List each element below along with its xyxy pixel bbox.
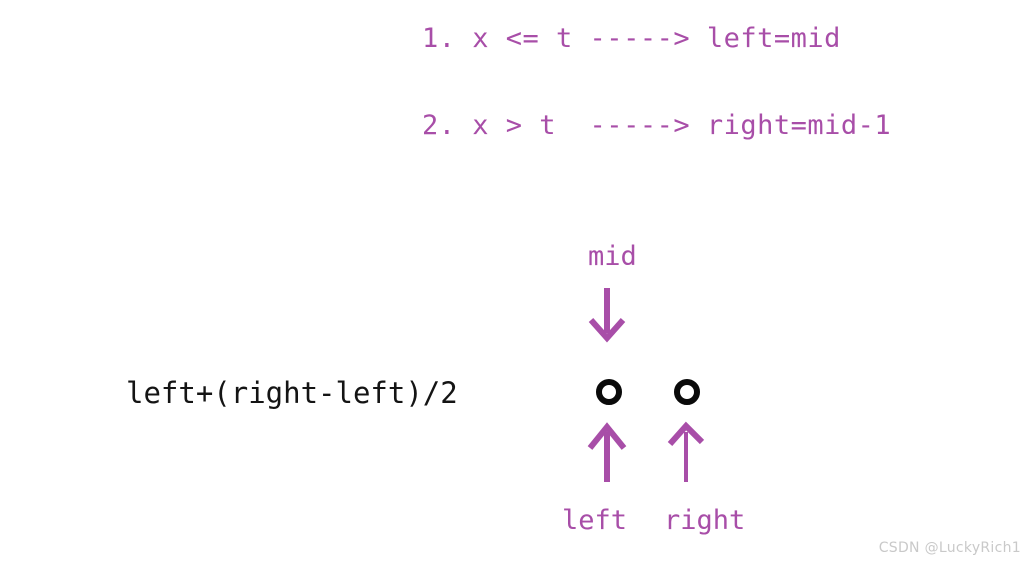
left-node-circle bbox=[596, 379, 622, 405]
arrow-up-right-icon bbox=[667, 421, 705, 482]
rule-line-2: 2. x > t -----> right=mid-1 bbox=[422, 110, 892, 141]
diagram-canvas: 1. x <= t -----> left=mid 2. x > t -----… bbox=[0, 0, 1035, 566]
mid-label: mid bbox=[588, 241, 637, 272]
pointer-label-right: right bbox=[664, 505, 746, 536]
arrow-down-mid-icon bbox=[588, 288, 626, 343]
pointer-label-left: left bbox=[562, 505, 628, 536]
midpoint-formula: left+(right-left)/2 bbox=[126, 376, 458, 410]
arrow-up-left-icon bbox=[587, 422, 627, 482]
right-node-circle bbox=[674, 379, 700, 405]
watermark: CSDN @LuckyRich1 bbox=[878, 540, 1021, 556]
rule-line-1: 1. x <= t -----> left=mid bbox=[422, 23, 841, 54]
